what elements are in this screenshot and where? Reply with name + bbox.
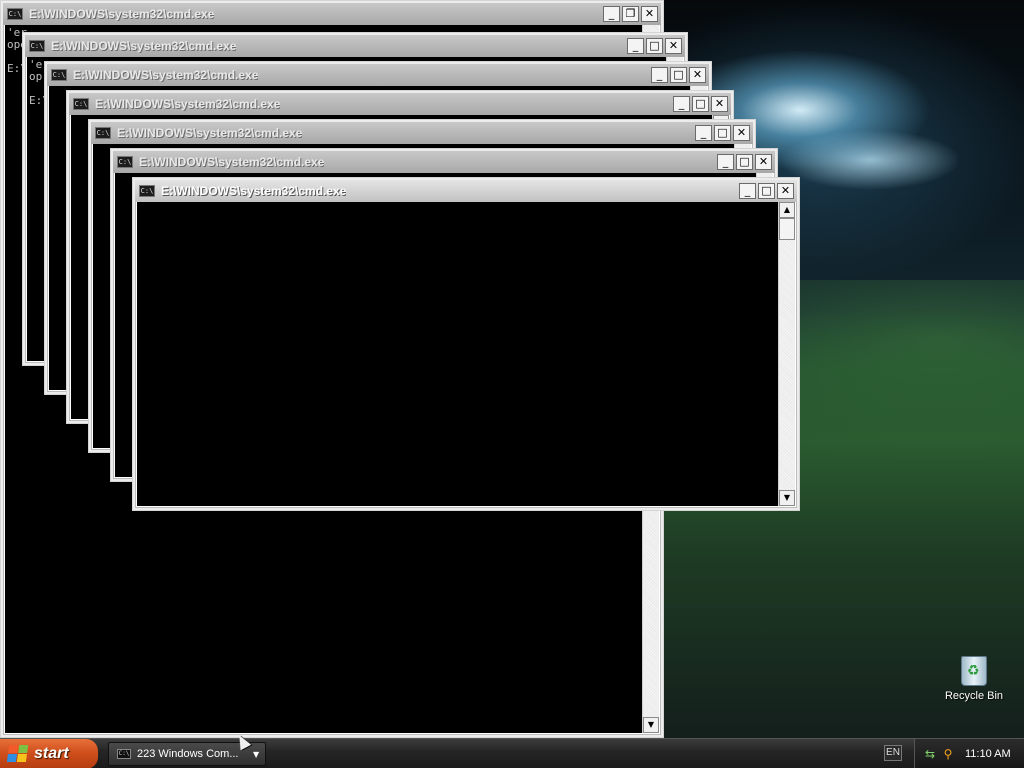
minimize-button[interactable]: _	[651, 67, 668, 83]
window-title: E:\WINDOWS\system32\cmd.exe	[139, 155, 325, 169]
scroll-thumb[interactable]	[779, 218, 795, 240]
cmd-icon: C:\	[95, 127, 111, 139]
recycle-bin-icon	[961, 656, 987, 686]
clock[interactable]: 11:10 AM	[965, 748, 1011, 760]
title-bar[interactable]: C:\ E:\WINDOWS\system32\cmd.exe _ □ ✕	[25, 35, 685, 57]
close-button[interactable]: ✕	[755, 154, 772, 170]
taskbar-group-label: 223 Windows Com...	[137, 748, 239, 760]
scroll-up-button[interactable]: ▲	[779, 202, 795, 218]
minimize-button[interactable]: _	[627, 38, 644, 54]
maximize-button[interactable]: □	[670, 67, 687, 83]
minimize-button[interactable]: _	[717, 154, 734, 170]
maximize-button[interactable]: □	[758, 183, 775, 199]
minimize-button[interactable]: _	[695, 125, 712, 141]
window-title: E:\WINDOWS\system32\cmd.exe	[29, 7, 215, 21]
window-title: E:\WINDOWS\system32\cmd.exe	[117, 126, 303, 140]
chevron-down-icon: ▼	[253, 749, 260, 759]
title-bar[interactable]: C:\ E:\WINDOWS\system32\cmd.exe _ ❐ ✕	[3, 3, 661, 25]
recycle-bin[interactable]: Recycle Bin	[944, 656, 1004, 702]
recycle-bin-label: Recycle Bin	[944, 690, 1004, 702]
window-title: E:\WINDOWS\system32\cmd.exe	[161, 184, 347, 198]
close-button[interactable]: ✕	[777, 183, 794, 199]
cmd-icon: C:\	[51, 69, 67, 81]
maximize-button[interactable]: □	[736, 154, 753, 170]
maximize-button[interactable]: □	[714, 125, 731, 141]
title-bar[interactable]: C:\ E:\WINDOWS\system32\cmd.exe _ □ ✕	[91, 122, 753, 144]
taskbar: start C:\ 223 Windows Com... ▼ EN ⇆ ⚲ 11…	[0, 738, 1024, 768]
window-title: E:\WINDOWS\system32\cmd.exe	[73, 68, 259, 82]
cmd-icon: C:\	[29, 40, 45, 52]
console-output[interactable]	[137, 202, 778, 506]
close-button[interactable]: ✕	[641, 6, 658, 22]
cmd-icon: C:\	[7, 8, 23, 20]
close-button[interactable]: ✕	[689, 67, 706, 83]
cmd-icon: C:\	[117, 749, 131, 759]
close-button[interactable]: ✕	[733, 125, 750, 141]
window-title: E:\WINDOWS\system32\cmd.exe	[51, 39, 237, 53]
cmd-window-7[interactable]: C:\ E:\WINDOWS\system32\cmd.exe _ □ ✕ ▲ …	[132, 177, 800, 511]
close-button[interactable]: ✕	[711, 96, 728, 112]
scroll-down-button[interactable]: ▼	[643, 717, 659, 733]
cmd-icon: C:\	[117, 156, 133, 168]
language-indicator[interactable]: EN	[884, 745, 902, 761]
windows-flag-icon	[6, 745, 30, 763]
desktop: Recycle Bin C:\ E:\WINDOWS\system32\cmd.…	[0, 0, 1024, 738]
minimize-button[interactable]: _	[739, 183, 756, 199]
title-bar[interactable]: C:\ E:\WINDOWS\system32\cmd.exe _ □ ✕	[135, 180, 797, 202]
system-tray: ⇆ ⚲ 11:10 AM	[914, 739, 1024, 768]
start-label: start	[34, 745, 69, 762]
close-button[interactable]: ✕	[665, 38, 682, 54]
minimize-button[interactable]: _	[603, 6, 620, 22]
maximize-button[interactable]: □	[646, 38, 663, 54]
maximize-button[interactable]: □	[692, 96, 709, 112]
restore-button[interactable]: ❐	[622, 6, 639, 22]
window-title: E:\WINDOWS\system32\cmd.exe	[95, 97, 281, 111]
cmd-icon: C:\	[73, 98, 89, 110]
title-bar[interactable]: C:\ E:\WINDOWS\system32\cmd.exe _ □ ✕	[69, 93, 731, 115]
start-button[interactable]: start	[0, 739, 98, 768]
title-bar[interactable]: C:\ E:\WINDOWS\system32\cmd.exe _ □ ✕	[113, 151, 775, 173]
network-icon[interactable]: ⇆	[923, 747, 937, 761]
cmd-icon: C:\	[139, 185, 155, 197]
minimize-button[interactable]: _	[673, 96, 690, 112]
vertical-scrollbar[interactable]: ▲ ▼	[778, 202, 795, 506]
scroll-down-button[interactable]: ▼	[779, 490, 795, 506]
title-bar[interactable]: C:\ E:\WINDOWS\system32\cmd.exe _ □ ✕	[47, 64, 709, 86]
search-icon[interactable]: ⚲	[941, 747, 955, 761]
